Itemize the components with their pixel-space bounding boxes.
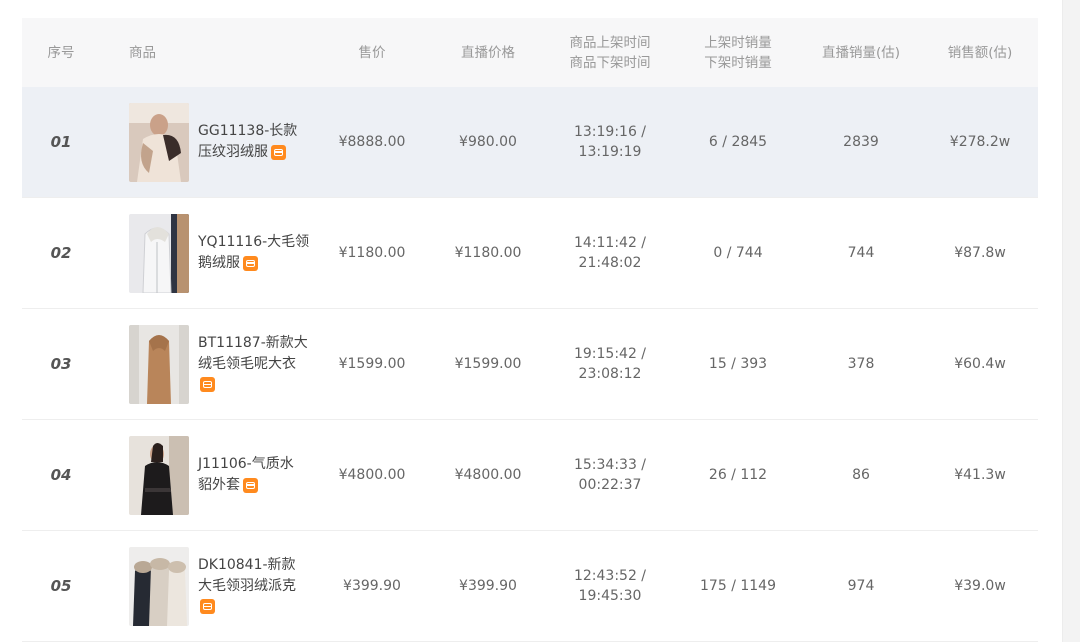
row-index: 02 xyxy=(50,244,72,262)
product-image-icon xyxy=(129,103,189,182)
product-thumbnail[interactable] xyxy=(129,547,189,626)
row-price: ¥1599.00 xyxy=(338,356,406,372)
row-live-sales: 2839 xyxy=(843,134,879,150)
shop-badge-icon[interactable] xyxy=(243,477,258,493)
row-time: 15:34:33 /00:22:37 xyxy=(573,457,647,493)
row-live-price: ¥980.00 xyxy=(459,134,517,150)
sales-table: 序号 商品 售价 直播价格 商品上架时间 商品下架时间 上架时销量下架时销量 直播… xyxy=(22,18,1038,642)
row-live-price: ¥399.90 xyxy=(459,578,517,594)
header-list-time: 商品上架时间 xyxy=(569,34,651,51)
row-index: 01 xyxy=(50,133,72,151)
header-index: 序号 xyxy=(47,44,75,61)
table-row[interactable]: 03 BT11187-新款大 绒毛领毛呢大衣 ¥1599.00 ¥1599.00 … xyxy=(22,309,1038,420)
product-image-icon xyxy=(129,547,189,626)
product-thumbnail[interactable] xyxy=(129,325,189,404)
row-amount: ¥41.3w xyxy=(954,467,1006,483)
header-amount: 销售额(估) xyxy=(947,44,1013,61)
row-live-sales: 744 xyxy=(847,245,875,261)
shop-badge-icon[interactable] xyxy=(243,255,258,271)
product-name[interactable]: DK10841-新款 大毛领羽绒派克 xyxy=(198,531,318,641)
row-live-price: ¥4800.00 xyxy=(454,467,522,483)
header-delist-sales: 下架时销量 xyxy=(704,54,772,71)
row-amount: ¥60.4w xyxy=(954,356,1006,372)
row-sales: 0 / 744 xyxy=(713,245,763,261)
header-price: 售价 xyxy=(358,44,386,61)
header-live-price: 直播价格 xyxy=(461,44,515,61)
shop-badge-icon[interactable] xyxy=(200,377,215,392)
product-thumbnail[interactable] xyxy=(129,436,189,515)
row-live-sales: 86 xyxy=(852,467,870,483)
row-price: ¥8888.00 xyxy=(338,134,406,150)
product-name[interactable]: BT11187-新款大 绒毛领毛呢大衣 xyxy=(198,309,318,419)
vertical-scrollbar[interactable] xyxy=(1062,0,1080,642)
header-sales: 上架时销量下架时销量 xyxy=(676,18,800,87)
row-index: 03 xyxy=(50,355,72,373)
row-sales: 15 / 393 xyxy=(708,356,768,372)
row-sales: 175 / 1149 xyxy=(700,578,776,594)
header-delist-time: 商品下架时间 xyxy=(569,54,651,71)
product-thumbnail[interactable] xyxy=(129,214,189,293)
row-price: ¥399.90 xyxy=(343,578,401,594)
row-time: 14:11:42 /21:48:02 xyxy=(573,235,647,271)
shop-badge-icon[interactable] xyxy=(200,599,215,614)
row-price: ¥4800.00 xyxy=(338,467,406,483)
product-name[interactable]: J11106-气质水 貂外套 xyxy=(198,420,318,530)
row-live-sales: 974 xyxy=(847,578,875,594)
row-sales: 6 / 2845 xyxy=(708,134,768,150)
header-list-times: 商品上架时间 商品下架时间 xyxy=(544,18,676,87)
row-index: 04 xyxy=(50,466,72,484)
table-header: 序号 商品 售价 直播价格 商品上架时间 商品下架时间 上架时销量下架时销量 直播… xyxy=(22,18,1038,87)
row-live-price: ¥1180.00 xyxy=(454,245,522,261)
product-image-icon xyxy=(129,436,189,515)
row-price: ¥1180.00 xyxy=(338,245,406,261)
row-time: 13:19:16 /13:19:19 xyxy=(573,124,647,160)
row-amount: ¥278.2w xyxy=(949,134,1011,150)
header-list-sales: 上架时销量 xyxy=(704,34,772,51)
header-live-sales: 直播销量(估) xyxy=(821,44,901,61)
product-image-icon xyxy=(129,214,189,293)
product-name[interactable]: YQ11116-大毛领 鹅绒服 xyxy=(198,198,318,308)
table-row[interactable]: 04 J11106-气质水 貂外套 ¥4800.00 ¥4800.00 15:34… xyxy=(22,420,1038,531)
row-live-price: ¥1599.00 xyxy=(454,356,522,372)
header-product: 商品 xyxy=(129,44,156,61)
product-thumbnail[interactable] xyxy=(129,103,189,182)
row-index: 05 xyxy=(50,577,72,595)
product-image-icon xyxy=(129,325,189,404)
row-live-sales: 378 xyxy=(847,356,875,372)
product-name[interactable]: GG11138-长款 压纹羽绒服 xyxy=(198,87,318,197)
row-amount: ¥87.8w xyxy=(954,245,1006,261)
table-row[interactable]: 01 GG11138-长款 压纹羽绒服 ¥8888.00 ¥980.00 13:1… xyxy=(22,87,1038,198)
row-amount: ¥39.0w xyxy=(954,578,1006,594)
row-time: 19:15:42 /23:08:12 xyxy=(573,346,647,382)
row-time: 12:43:52 /19:45:30 xyxy=(573,568,647,604)
shop-badge-icon[interactable] xyxy=(271,144,286,160)
row-sales: 26 / 112 xyxy=(708,467,768,483)
table-row[interactable]: 05 DK10841-新款 大毛领羽绒派克 ¥399.90 ¥399.90 12:… xyxy=(22,531,1038,642)
table-row[interactable]: 02 YQ11116-大毛领 鹅绒服 ¥1180.00 ¥1180.00 14:1… xyxy=(22,198,1038,309)
